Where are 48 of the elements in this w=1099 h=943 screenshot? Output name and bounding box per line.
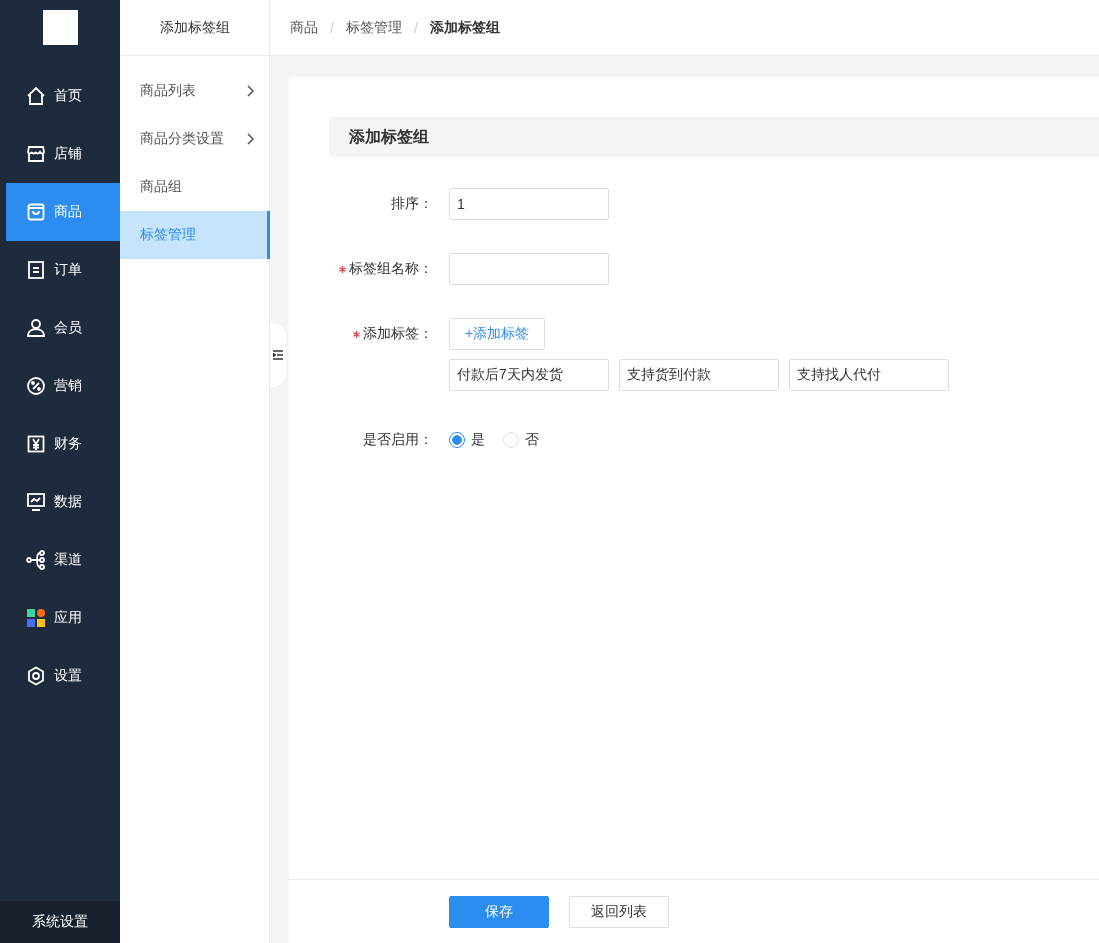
logo-placeholder <box>42 10 78 45</box>
field-label: 排序： <box>391 195 433 213</box>
nav-item[interactable]: 应用 <box>6 589 120 647</box>
breadcrumb-item: 添加标签组 <box>429 18 500 37</box>
monitor-chart-icon <box>26 492 46 512</box>
breadcrumb-item[interactable]: 商品 <box>290 18 318 37</box>
system-settings-link[interactable]: 系统设置 <box>0 901 120 943</box>
nav-item[interactable]: 设置 <box>6 647 120 705</box>
document-icon <box>26 260 46 280</box>
tag-input-field[interactable]: 支持找人代付 <box>789 359 949 391</box>
tag-input-field[interactable]: 付款后7天内发货 <box>449 359 609 391</box>
app-grid-icon <box>26 608 46 628</box>
submenu-item[interactable]: 商品列表 <box>120 67 269 115</box>
gear-icon <box>26 666 46 686</box>
text-input-field[interactable]: 1 <box>449 188 609 220</box>
collapse-handle[interactable] <box>270 323 286 387</box>
text-input-field[interactable] <box>449 253 609 285</box>
share-nodes-icon <box>26 550 46 570</box>
field-label: 添加标签： <box>363 325 433 343</box>
nav-item[interactable]: 会员 <box>6 299 120 357</box>
nav-item[interactable]: 营销 <box>6 357 120 415</box>
person-icon <box>26 318 46 338</box>
bag-icon <box>26 202 46 222</box>
nav-item[interactable]: 数据 <box>6 473 120 531</box>
storefront-icon <box>26 144 46 164</box>
breadcrumb-separator: / <box>413 19 418 36</box>
home-icon <box>26 86 46 106</box>
tag-input-field[interactable]: 支持货到付款 <box>619 359 779 391</box>
radio-label: 是 <box>471 431 485 449</box>
breadcrumb-item[interactable]: 标签管理 <box>345 18 402 37</box>
section-title: 添加标签组 <box>329 117 1099 157</box>
submenu-item[interactable]: 商品分类设置 <box>120 115 269 163</box>
add-tag-button[interactable]: +添加标签 <box>449 318 545 350</box>
submenu-item[interactable]: 商品组 <box>120 163 269 211</box>
field-label: 是否启用： <box>363 431 433 449</box>
radio-label: 否 <box>525 431 539 449</box>
breadcrumb-separator: / <box>330 19 334 36</box>
nav-item[interactable]: 店铺 <box>6 125 120 183</box>
radio-button[interactable] <box>449 432 465 448</box>
field-label: 标签组名称： <box>349 260 433 278</box>
yen-icon <box>26 434 46 454</box>
percent-badge-icon <box>26 376 46 396</box>
nav-item[interactable]: 订单 <box>6 241 120 299</box>
submenu-title: 添加标签组 <box>120 0 269 56</box>
back-to-list-button[interactable]: 返回列表 <box>569 895 669 928</box>
nav-item[interactable]: 渠道 <box>6 531 120 589</box>
nav-item[interactable]: 首页 <box>6 67 120 125</box>
nav-item[interactable]: 财务 <box>6 415 120 473</box>
